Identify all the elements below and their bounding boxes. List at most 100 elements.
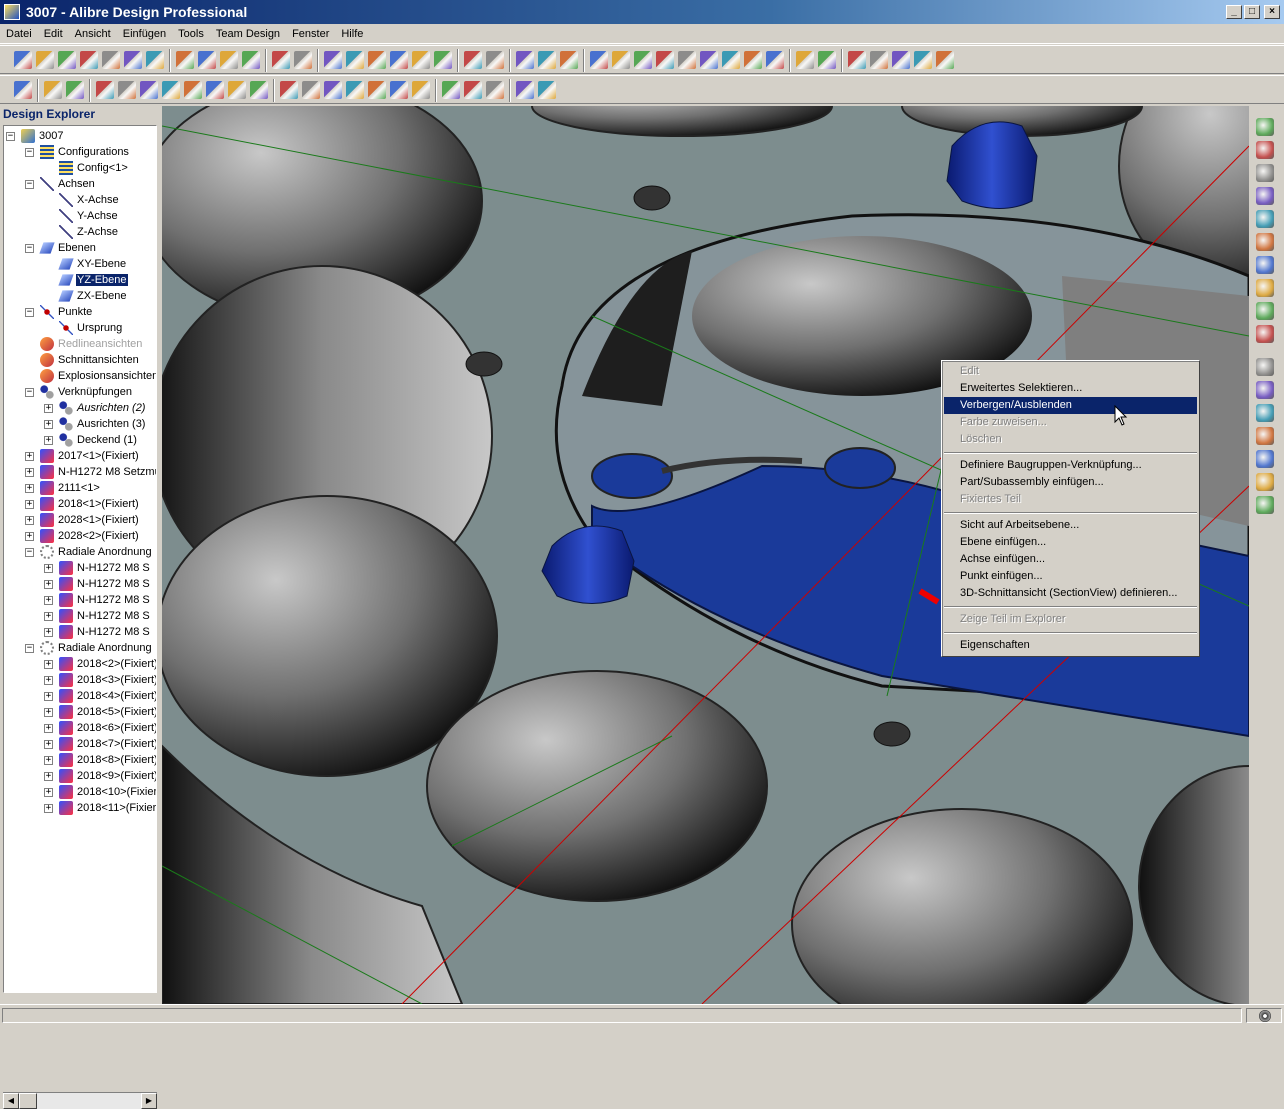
pack-icon[interactable] — [102, 51, 120, 69]
app-icon[interactable] — [4, 4, 20, 20]
cube-icon[interactable] — [678, 51, 696, 69]
tree-node[interactable]: N-H1272 M8 S — [59, 608, 151, 624]
mate3-icon[interactable] — [140, 81, 158, 99]
close-button[interactable]: × — [1264, 5, 1280, 19]
zoom-icon[interactable] — [390, 51, 408, 69]
tree-expander-icon[interactable]: − — [25, 244, 34, 253]
snap4-icon[interactable] — [914, 51, 932, 69]
menu-fenster[interactable]: Fenster — [286, 24, 335, 44]
redo-icon[interactable] — [294, 51, 312, 69]
point-icon[interactable] — [634, 51, 652, 69]
tree-node[interactable]: YZ-Ebene — [58, 272, 128, 288]
scroll-right-icon[interactable]: ▶ — [141, 1093, 157, 1109]
analyze-icon[interactable] — [538, 51, 556, 69]
tree-expander-icon[interactable]: + — [44, 436, 53, 445]
tree-expander-icon[interactable]: + — [44, 772, 53, 781]
view-3d-icon[interactable] — [1256, 118, 1274, 136]
extrude-icon[interactable] — [1256, 210, 1274, 228]
tree-expander-icon[interactable]: + — [25, 484, 34, 493]
menu-datei[interactable]: Datei — [0, 24, 38, 44]
mate6-icon[interactable] — [206, 81, 224, 99]
tree-expander-icon[interactable]: + — [44, 740, 53, 749]
back-icon[interactable] — [464, 51, 482, 69]
tree-expander-icon[interactable]: + — [25, 516, 34, 525]
tree-node[interactable]: Radiale Anordnung — [40, 544, 153, 560]
context-menu-item[interactable]: 3D-Schnittansicht (SectionView) definier… — [944, 585, 1197, 602]
tree-node[interactable]: Config<1> — [59, 160, 129, 176]
zoom-window-icon[interactable] — [412, 51, 430, 69]
mate5-icon[interactable] — [184, 81, 202, 99]
tree-expander-icon[interactable]: + — [44, 564, 53, 573]
tree-node[interactable]: XY-Ebene — [58, 256, 127, 272]
tree-expander-icon[interactable]: − — [25, 644, 34, 653]
snap1-icon[interactable] — [848, 51, 866, 69]
section-icon[interactable] — [818, 51, 836, 69]
sweep-icon[interactable] — [1256, 256, 1274, 274]
tree-node[interactable]: 2018<11>(Fixiert) — [59, 800, 156, 816]
tree-node[interactable]: Ausrichten (2) — [59, 400, 146, 416]
display-mode-icon[interactable] — [766, 51, 784, 69]
sphere-icon[interactable] — [1256, 381, 1274, 399]
tree-expander-icon[interactable]: + — [44, 756, 53, 765]
view-left-icon[interactable] — [412, 81, 430, 99]
tree-node[interactable]: Verknüpfungen — [40, 384, 133, 400]
hidden-icon[interactable] — [486, 81, 504, 99]
grid-icon[interactable] — [442, 81, 460, 99]
tree-expander-icon[interactable]: + — [25, 532, 34, 541]
context-menu-item[interactable]: Verbergen/Ausblenden — [944, 397, 1197, 414]
context-menu-item[interactable]: Ebene einfügen... — [944, 534, 1197, 551]
tree-node[interactable]: Punkte — [40, 304, 93, 320]
explode-step-icon[interactable] — [516, 81, 534, 99]
tree-node[interactable]: N-H1272 M8 Setzmutter — [40, 464, 156, 480]
hide-icon[interactable] — [66, 81, 84, 99]
copy-icon[interactable] — [198, 51, 216, 69]
context-menu-item[interactable]: Erweitertes Selektieren... — [944, 380, 1197, 397]
tree-expander-icon[interactable]: − — [25, 388, 34, 397]
pan-icon[interactable] — [346, 51, 364, 69]
maximize-button[interactable]: □ — [1244, 5, 1260, 19]
snap5-icon[interactable] — [936, 51, 954, 69]
tree-node[interactable]: Ebenen — [39, 240, 97, 256]
horizontal-scrollbar[interactable]: ◀ ▶ — [3, 1092, 157, 1109]
view-top-icon[interactable] — [324, 81, 342, 99]
assembly-icon[interactable] — [14, 81, 32, 99]
snap2-icon[interactable] — [870, 51, 888, 69]
tree-expander-icon[interactable]: + — [25, 468, 34, 477]
render-icon[interactable] — [560, 51, 578, 69]
delete-icon[interactable] — [242, 51, 260, 69]
constraint-icon[interactable] — [516, 51, 534, 69]
scroll-left-icon[interactable]: ◀ — [3, 1093, 19, 1109]
mate7-icon[interactable] — [228, 81, 246, 99]
tree-node[interactable]: 3007 — [21, 128, 64, 144]
view-right-icon[interactable] — [346, 81, 364, 99]
tree-expander-icon[interactable]: + — [44, 788, 53, 797]
menu-ansicht[interactable]: Ansicht — [69, 24, 117, 44]
menu-team-design[interactable]: Team Design — [210, 24, 286, 44]
tree-node[interactable]: 2018<8>(Fixiert) — [59, 752, 156, 768]
tree-node[interactable]: N-H1272 M8 S — [59, 560, 151, 576]
tree-node[interactable]: Ausrichten (3) — [59, 416, 146, 432]
grid-snap-icon[interactable] — [1256, 141, 1274, 159]
tree-expander-icon[interactable]: − — [25, 148, 34, 157]
tree-node[interactable]: Y-Achse — [59, 208, 119, 224]
tree-expander-icon[interactable]: + — [44, 660, 53, 669]
tree-node[interactable]: 2018<10>(Fixiert) — [59, 784, 156, 800]
loft-icon[interactable] — [1256, 279, 1274, 297]
context-menu-item[interactable]: Punkt einfügen... — [944, 568, 1197, 585]
wire-icon[interactable] — [464, 81, 482, 99]
select-icon[interactable] — [324, 51, 342, 69]
tree-node[interactable]: 2028<1>(Fixiert) — [40, 512, 140, 528]
tree-expander-icon[interactable]: + — [44, 404, 53, 413]
tree-expander-icon[interactable]: + — [44, 612, 53, 621]
paste-icon[interactable] — [220, 51, 238, 69]
tree-expander-icon[interactable]: + — [44, 580, 53, 589]
mirror-icon[interactable] — [1256, 325, 1274, 343]
interference-icon[interactable] — [538, 81, 556, 99]
tool4-icon[interactable] — [1256, 496, 1274, 514]
mass-icon[interactable] — [722, 51, 740, 69]
forward-icon[interactable] — [486, 51, 504, 69]
save-icon[interactable] — [58, 51, 76, 69]
tool2-icon[interactable] — [1256, 450, 1274, 468]
tree-node[interactable]: 2018<6>(Fixiert) — [59, 720, 156, 736]
rotate-icon[interactable] — [368, 51, 386, 69]
